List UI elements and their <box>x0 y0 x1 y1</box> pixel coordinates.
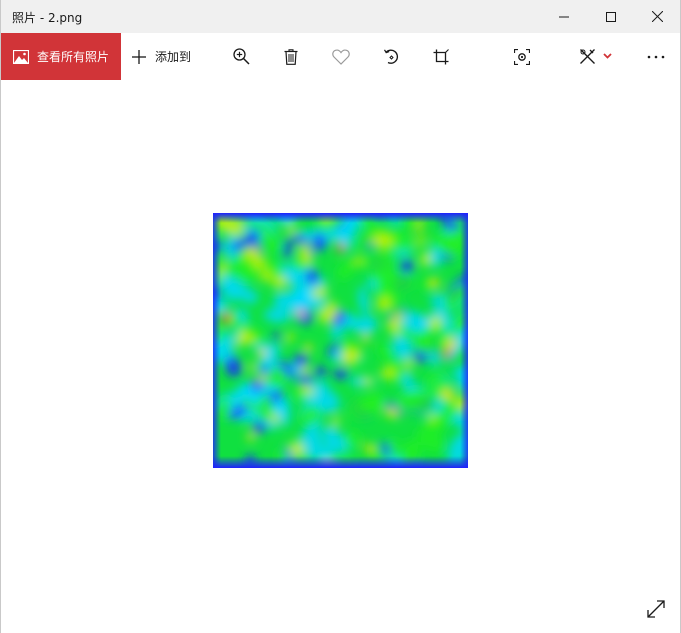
photos-app-window: 照片 - 2.png 查看所有照片 添加到 <box>0 0 681 633</box>
full-screen-button[interactable] <box>642 595 670 623</box>
zoom-in-icon <box>232 48 250 65</box>
command-bar: 查看所有照片 添加到 <box>1 33 680 80</box>
window-title: 照片 - 2.png <box>12 11 83 25</box>
plus-icon <box>132 49 146 64</box>
rotate-button[interactable] <box>371 33 411 80</box>
favorite-icon <box>332 49 350 65</box>
maximize-button[interactable] <box>588 0 634 33</box>
more-icon <box>647 55 665 58</box>
enhance-button[interactable] <box>502 33 542 80</box>
edit-create-button[interactable] <box>573 33 621 80</box>
view-all-photos-label: 查看所有照片 <box>37 50 110 64</box>
close-button[interactable] <box>634 0 680 33</box>
close-icon <box>651 11 663 22</box>
add-to-label: 添加到 <box>155 50 192 64</box>
heatmap-noise-image <box>213 213 468 468</box>
crop-button[interactable] <box>421 33 461 80</box>
favorite-button[interactable] <box>321 33 361 80</box>
more-options-button[interactable] <box>636 33 676 80</box>
delete-icon <box>284 48 298 65</box>
enhance-icon <box>514 48 530 65</box>
image-viewer[interactable] <box>1 80 680 633</box>
photos-icon <box>13 49 29 64</box>
view-all-photos-button[interactable]: 查看所有照片 <box>1 33 121 80</box>
zoom-button[interactable] <box>221 33 261 80</box>
photo-image <box>213 213 468 468</box>
maximize-icon <box>606 11 616 22</box>
title-bar[interactable]: 照片 - 2.png <box>1 0 680 33</box>
edit-draw-icon <box>580 48 612 64</box>
expand-icon <box>647 600 665 618</box>
delete-button[interactable] <box>271 33 311 80</box>
crop-icon <box>433 48 449 64</box>
rotate-icon <box>383 49 398 64</box>
minimize-icon <box>559 16 569 17</box>
add-to-button[interactable]: 添加到 <box>131 33 191 80</box>
minimize-button[interactable] <box>541 0 587 33</box>
